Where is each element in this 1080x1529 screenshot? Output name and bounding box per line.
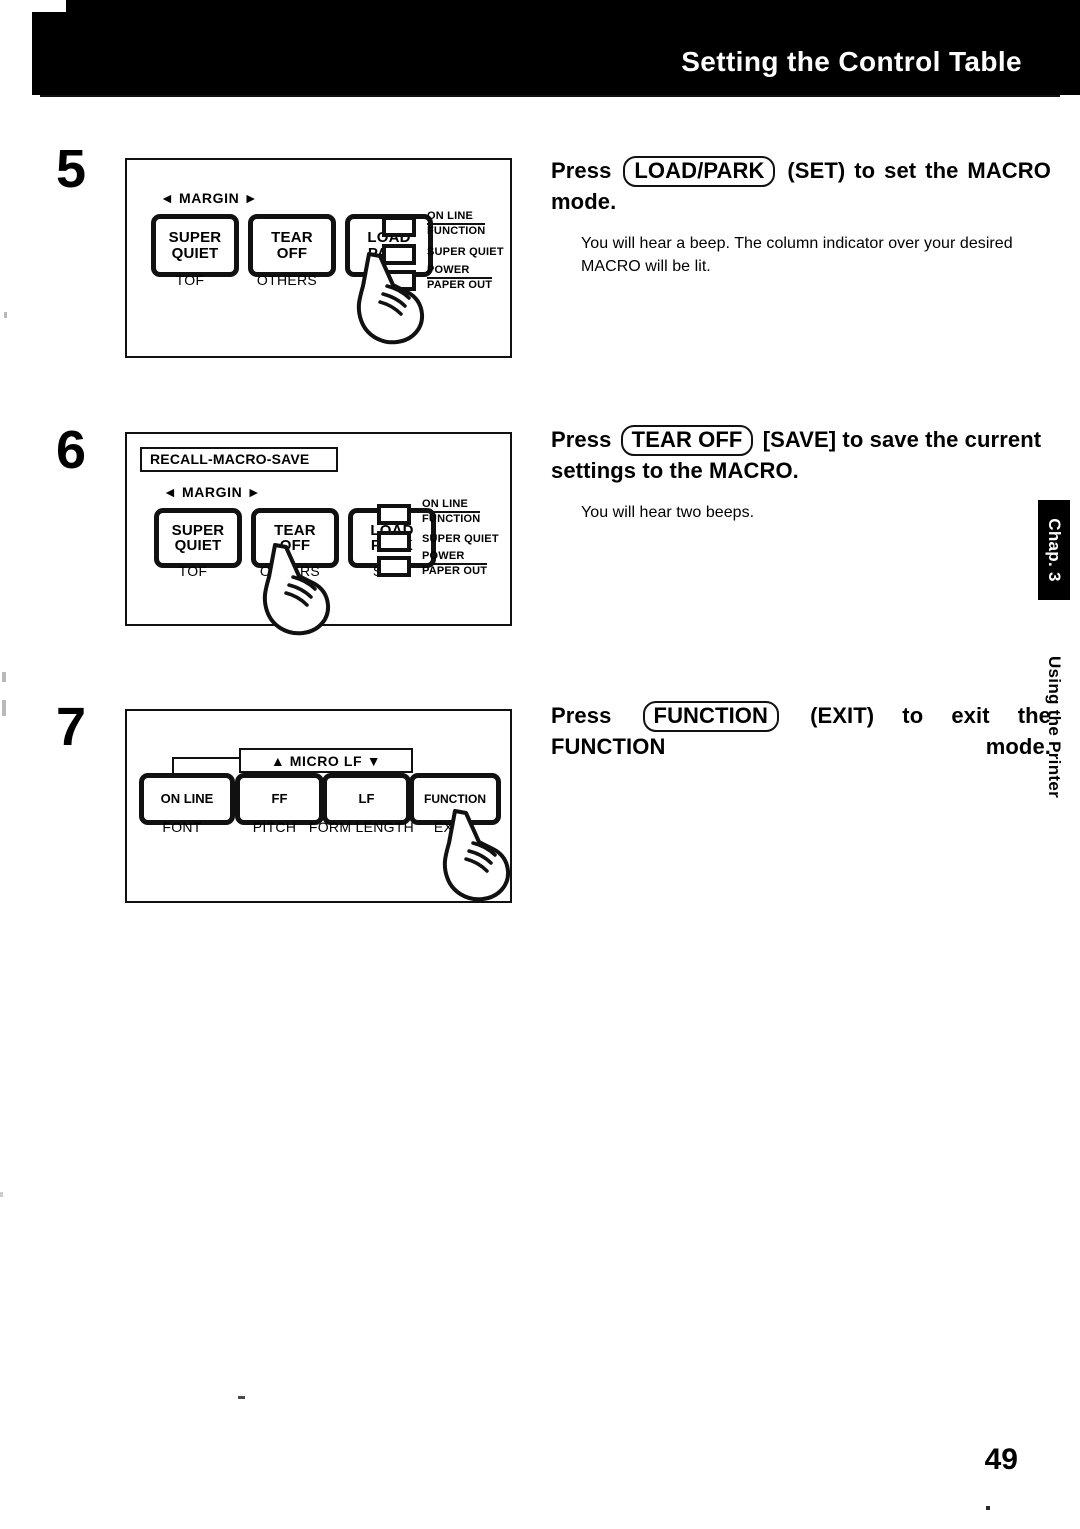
page-header-bar: Setting the Control Table xyxy=(32,0,1080,95)
step-5-text: Press LOAD/PARK (SET) to set the MACRO m… xyxy=(551,156,1051,278)
scan-artifact xyxy=(2,700,6,716)
led-label-bottom: SUPER QUIET xyxy=(422,533,499,545)
step-6-heading: Press TEAR OFF [SAVE] to save the curren… xyxy=(551,425,1051,485)
page-title: Setting the Control Table xyxy=(681,46,1022,77)
button-token-tear-off[interactable]: TEAR OFF xyxy=(620,425,754,456)
led-power-paper-out xyxy=(382,270,416,291)
margin-label: ◄ MARGIN ► xyxy=(163,484,262,500)
scan-artifact xyxy=(2,672,6,682)
led-label-super-quiet: SUPER QUIET xyxy=(427,246,504,259)
key-line-2: QUIET xyxy=(174,537,222,554)
led-label-top: POWER xyxy=(427,264,493,279)
control-panel-figure-step6: RECALL-MACRO-SAVE ◄ MARGIN ► SUPER QUIET… xyxy=(125,432,512,636)
page-canvas: Setting the Control Table 5 ◄ MARGIN ► S… xyxy=(0,0,1080,1529)
header-rule xyxy=(40,95,1060,97)
button-token-function[interactable]: FUNCTION xyxy=(642,701,779,732)
key-sublabel-form-length: FORM LENGTH xyxy=(308,819,415,835)
key-sublabel-pitch: PITCH xyxy=(252,819,297,835)
key-line-2: OFF xyxy=(279,537,311,554)
step-number: 6 xyxy=(56,420,86,480)
led-online-function xyxy=(377,504,411,525)
key-line-1: SUPER xyxy=(168,229,222,247)
key-line-1: TEAR xyxy=(271,229,313,247)
led-label-bottom: FUNCTION xyxy=(427,224,486,237)
margin-label: ◄ MARGIN ► xyxy=(160,190,259,206)
led-label-super-quiet: SUPER QUIET xyxy=(422,533,499,546)
key-sublabel-tof: TOF xyxy=(178,563,208,579)
led-label-online-function: ON LINE FUNCTION xyxy=(422,498,481,525)
chapter-section-label: Using the Printer xyxy=(1045,655,1064,799)
chapter-tab-section: Using the Printer xyxy=(1038,614,1070,840)
led-online-function xyxy=(382,216,416,237)
led-power-paper-out xyxy=(377,556,411,577)
control-panel-figure-step5: ◄ MARGIN ► SUPER QUIET TOF TEAR OFF OTHE… xyxy=(125,158,512,358)
recall-macro-save-display: RECALL-MACRO-SAVE xyxy=(140,447,338,472)
led-label-top: ON LINE xyxy=(427,210,486,225)
key-line-1: SUPER xyxy=(171,521,225,539)
scan-artifact xyxy=(4,312,7,318)
led-super-quiet xyxy=(377,531,411,552)
key-on-line[interactable]: ON LINE xyxy=(139,773,235,825)
key-function[interactable]: FUNCTION xyxy=(409,773,501,825)
key-super-quiet[interactable]: SUPER QUIET xyxy=(154,508,242,568)
led-label-bottom: FUNCTION xyxy=(422,512,481,525)
control-panel-figure-step7: ▲ MICRO LF ▼ ON LINE FONT FF PITCH LF FO… xyxy=(125,709,512,903)
led-label-power-paper-out: POWER PAPER OUT xyxy=(427,264,493,291)
led-label-power-paper-out: POWER PAPER OUT xyxy=(422,550,488,577)
chapter-tab-label: Chap. 3 xyxy=(1045,518,1064,582)
led-label-bottom: PAPER OUT xyxy=(422,564,488,577)
key-tear-off[interactable]: TEAR OFF xyxy=(248,214,336,277)
heading-suffix: (EXIT) to exit the FUNCTION mode. xyxy=(551,703,1051,759)
key-line-1: TEAR xyxy=(274,521,316,539)
key-line-1: FF xyxy=(271,791,288,807)
key-sublabel-exit: EXIT xyxy=(433,819,467,835)
step-6-body: You will hear two beeps. xyxy=(581,503,755,521)
step-5-heading: Press LOAD/PARK (SET) to set the MACRO m… xyxy=(551,156,1051,216)
heading-prefix: Press xyxy=(551,158,612,183)
scan-artifact xyxy=(0,1192,3,1197)
chapter-tab-black: Chap. 3 xyxy=(1038,500,1070,600)
key-ff[interactable]: FF xyxy=(235,773,324,825)
header-corner-notch xyxy=(32,0,66,12)
button-token-load-park[interactable]: LOAD/PARK xyxy=(623,156,776,187)
key-sublabel-others: OTHERS xyxy=(256,272,318,288)
scan-artifact xyxy=(238,1396,245,1399)
step-7-text: Press FUNCTION (EXIT) to exit the FUNCTI… xyxy=(551,701,1051,761)
step-5-body: You will hear a beep. The column indicat… xyxy=(581,234,1013,276)
leader-line-horizontal xyxy=(172,757,241,759)
led-label-top: POWER xyxy=(422,550,488,565)
led-label-bottom: SUPER QUIET xyxy=(427,246,504,258)
step-7-heading: Press FUNCTION (EXIT) to exit the FUNCTI… xyxy=(551,701,1051,761)
heading-prefix: Press xyxy=(551,427,612,452)
micro-lf-display: ▲ MICRO LF ▼ xyxy=(239,748,413,773)
step-number: 5 xyxy=(56,139,86,199)
page-number: 49 xyxy=(984,1443,1018,1476)
key-super-quiet[interactable]: SUPER QUIET xyxy=(151,214,239,277)
heading-prefix: Press xyxy=(551,703,612,728)
led-label-bottom: PAPER OUT xyxy=(427,278,493,291)
key-line-2: QUIET xyxy=(171,244,219,262)
step-number: 7 xyxy=(56,697,86,757)
key-tear-off[interactable]: TEAR OFF xyxy=(251,508,339,568)
led-label-top: ON LINE xyxy=(422,498,481,513)
led-label-online-function: ON LINE FUNCTION xyxy=(427,210,486,237)
key-sublabel-font: FONT xyxy=(162,819,202,835)
key-line-1: FUNCTION xyxy=(424,791,486,806)
scan-artifact xyxy=(986,1506,990,1510)
key-line-2: OFF xyxy=(276,244,308,262)
key-line-1: LF xyxy=(358,791,375,807)
key-sublabel-others: OTHERS xyxy=(259,563,321,579)
key-lf[interactable]: LF xyxy=(322,773,411,825)
key-sublabel-tof: TOF xyxy=(175,272,205,288)
led-super-quiet xyxy=(382,244,416,265)
step-6-text: Press TEAR OFF [SAVE] to save the curren… xyxy=(551,425,1051,524)
key-line-1: ON LINE xyxy=(160,791,214,807)
